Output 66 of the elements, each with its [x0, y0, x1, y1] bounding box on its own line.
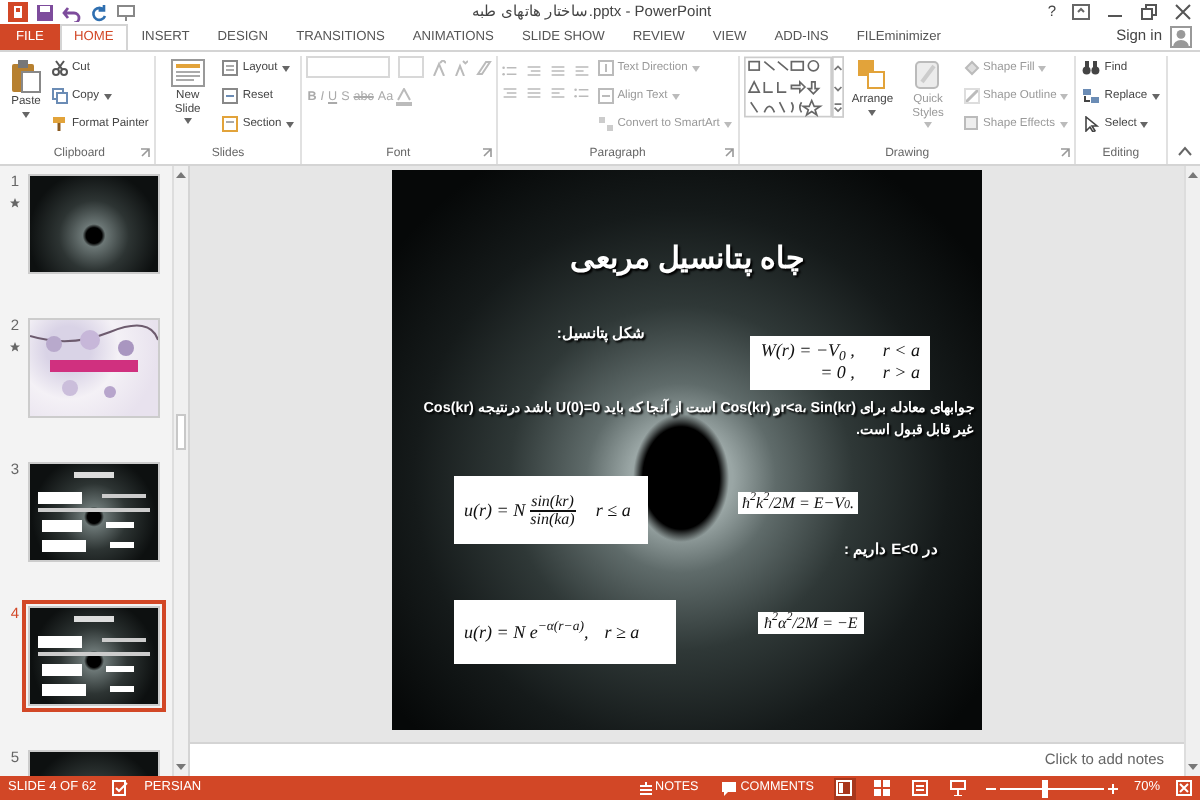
- view-button[interactable]: [909, 777, 932, 799]
- undo-icon[interactable]: [62, 3, 82, 21]
- dialog-launcher-icon[interactable]: [1060, 148, 1071, 158]
- normal-view-icon: [836, 780, 853, 796]
- scrollbar[interactable]: [1184, 166, 1200, 776]
- binoculars-icon: [1082, 60, 1101, 76]
- formula-box: ħ$^{2}$k$^{2}$/2M = E−V$_{0}$.: [738, 492, 859, 515]
- fit-slide-icon[interactable]: [1176, 780, 1192, 796]
- copy-icon: [52, 88, 68, 104]
- scrollbar-thumb[interactable]: [176, 413, 186, 449]
- view-button[interactable]: [947, 777, 970, 799]
- comment-icon: [722, 781, 737, 795]
- section-icon: [222, 116, 239, 132]
- view-button[interactable]: [871, 777, 894, 799]
- scroll-up-icon[interactable]: [1188, 170, 1198, 178]
- scissors-icon: [52, 60, 68, 76]
- restore-icon[interactable]: [1140, 4, 1158, 20]
- align-text-icon: [597, 88, 614, 104]
- slide-sorter-icon: [874, 780, 891, 796]
- redo-icon[interactable]: [90, 3, 108, 21]
- layout-icon: [222, 60, 239, 76]
- dialog-launcher-icon[interactable]: [723, 148, 734, 158]
- ribbon-options-icon[interactable]: [1072, 4, 1090, 20]
- font-color-icon[interactable]: [395, 88, 412, 106]
- close-icon[interactable]: [1174, 4, 1192, 20]
- reading-view-icon: [912, 780, 929, 796]
- save-icon[interactable]: [36, 3, 54, 21]
- pencil-icon: [963, 88, 980, 104]
- new-slide-icon: [169, 58, 206, 88]
- reset-icon: [222, 88, 239, 104]
- slide-thumbnail[interactable]: [28, 318, 160, 418]
- zoom-out-icon[interactable]: [985, 783, 996, 793]
- collapse-ribbon-icon[interactable]: [1178, 146, 1192, 156]
- clipboard-icon: [10, 58, 42, 94]
- app-logo-icon: [8, 2, 28, 22]
- text-direction-icon: [597, 60, 614, 76]
- scroll-down-icon[interactable]: [176, 764, 186, 772]
- scrollbar[interactable]: [172, 166, 188, 776]
- spell-check-icon[interactable]: [112, 780, 129, 796]
- arrange-icon: [856, 58, 889, 92]
- shapes-gallery-drawing: [743, 56, 832, 118]
- shape-effects-icon: [963, 116, 980, 132]
- scroll-up-icon[interactable]: [176, 170, 186, 178]
- scroll-down-icon[interactable]: [1188, 764, 1198, 772]
- replace-icon: [1082, 88, 1101, 104]
- font-size-field[interactable]: [397, 56, 424, 78]
- presentation-icon[interactable]: [116, 3, 136, 21]
- formula-box: ħ$^{2}$α$^{2}$/2M = −E: [758, 612, 864, 635]
- slide-thumbnail[interactable]: [28, 174, 160, 274]
- gallery-scroll-icon[interactable]: [831, 56, 844, 118]
- avatar-icon: [1170, 26, 1192, 48]
- zoom-in-icon[interactable]: [1107, 783, 1118, 793]
- slide-thumbnail[interactable]: [28, 462, 160, 562]
- quick-styles-icon: [912, 58, 945, 92]
- notes-icon: [639, 781, 652, 795]
- formula-box: W(r) = −V$_{0}$ , r < a = 0 , r > a: [750, 336, 930, 389]
- slide-thumbnail[interactable]: [28, 606, 160, 706]
- paintbrush-icon: [52, 116, 68, 132]
- dialog-launcher-icon[interactable]: [140, 148, 151, 158]
- slide-title: چاه پتانسیل مربعی: [567, 242, 807, 277]
- zoom-slider-thumb[interactable]: [1041, 779, 1048, 797]
- paint-bucket-icon: [963, 60, 980, 76]
- formula-box: u(r) = N e$^{−α(r−a)}$, r ≥ a: [454, 600, 676, 664]
- slide-show-icon: [950, 780, 967, 796]
- cursor-icon: [1082, 116, 1101, 132]
- view-button[interactable]: [833, 777, 856, 799]
